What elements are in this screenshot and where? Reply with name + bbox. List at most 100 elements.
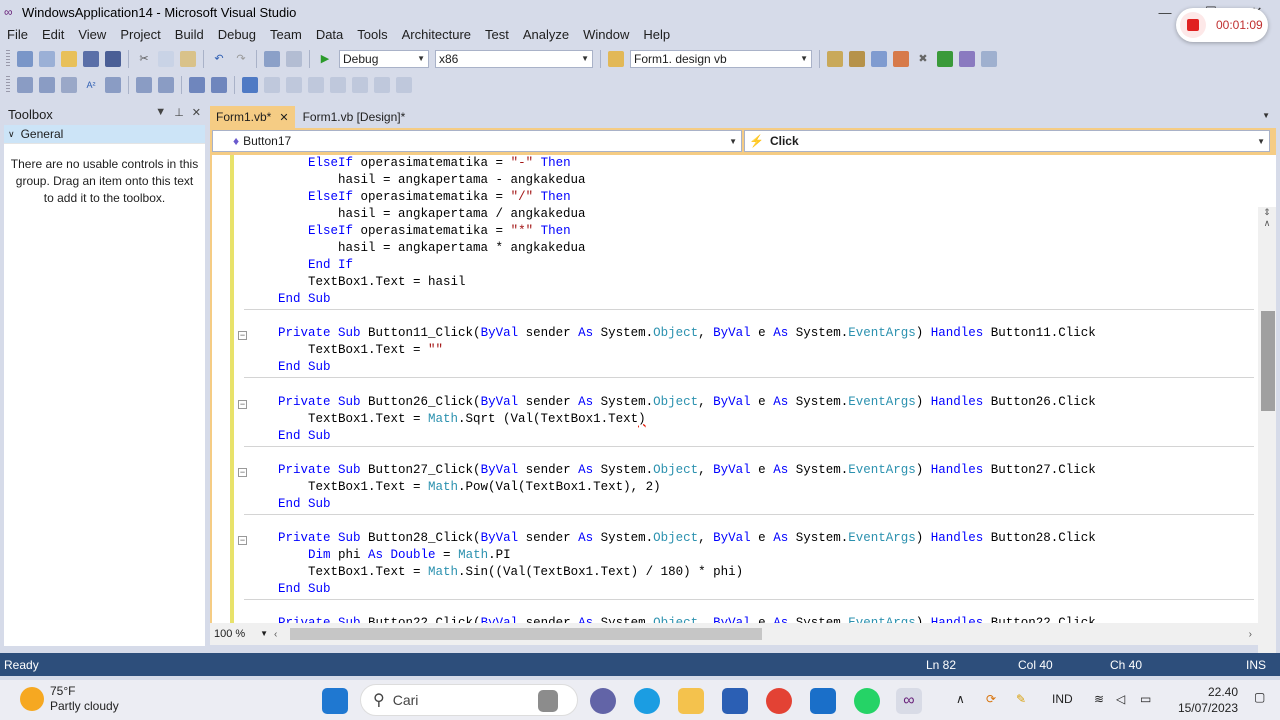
next-bookmark-icon[interactable] — [286, 77, 302, 93]
zoom-select[interactable]: 100 % ▼ — [210, 626, 274, 642]
toggle-bookmark-icon[interactable] — [242, 77, 258, 93]
solution-explorer-icon[interactable] — [827, 51, 843, 67]
weather-widget[interactable]: 75°F Partly cloudy — [20, 684, 119, 714]
menu-window[interactable]: Window — [576, 27, 636, 42]
display-parameter-info-icon[interactable] — [39, 77, 55, 93]
menu-build[interactable]: Build — [168, 27, 211, 42]
scroll-right-icon[interactable]: › — [1249, 629, 1252, 640]
collapse-outline-icon[interactable]: − — [238, 536, 247, 545]
edge-icon[interactable] — [634, 688, 660, 714]
new-project-icon[interactable] — [17, 51, 33, 67]
solution-configuration-select[interactable]: Debug ▼ — [339, 50, 429, 68]
save-icon[interactable] — [83, 51, 99, 67]
add-item-icon[interactable] — [39, 51, 55, 67]
navigate-backward-icon[interactable] — [264, 51, 280, 67]
input-language[interactable]: IND — [1052, 692, 1073, 706]
redo-icon[interactable]: ↷ — [233, 51, 249, 67]
menu-edit[interactable]: Edit — [35, 27, 71, 42]
collapse-outline-icon[interactable]: − — [238, 400, 247, 409]
pen-icon[interactable]: ✎ — [1016, 692, 1026, 706]
notification-icon[interactable]: ▢ — [1254, 690, 1265, 704]
close-icon[interactable]: ✕ — [192, 106, 201, 119]
tab-form1-vb[interactable]: Form1.vb* ✕ — [210, 106, 295, 128]
extension-manager-icon[interactable]: ✖ — [915, 51, 931, 67]
decrease-indent-icon[interactable] — [136, 77, 152, 93]
menu-project[interactable]: Project — [113, 27, 167, 42]
vertical-scrollbar[interactable]: ⇕ ∧ ∨ — [1258, 207, 1276, 675]
save-all-icon[interactable] — [105, 51, 121, 67]
next-bookmark-in-document-icon[interactable] — [374, 77, 390, 93]
increase-indent-icon[interactable] — [158, 77, 174, 93]
toolbar-grip[interactable] — [6, 76, 10, 94]
properties-window-icon[interactable] — [849, 51, 865, 67]
menu-tools[interactable]: Tools — [350, 27, 394, 42]
code-editor[interactable]: ElseIf operasimatematika = "-" Then hasi… — [210, 155, 1276, 675]
battery-icon[interactable]: ▭ — [1140, 692, 1151, 706]
toolbar-grip[interactable] — [6, 50, 10, 68]
horizontal-scroll-thumb[interactable] — [290, 628, 762, 640]
volume-icon[interactable]: ◁ — [1116, 692, 1125, 706]
start-debugging-icon[interactable]: ▶ — [317, 51, 333, 67]
mail-icon[interactable] — [810, 688, 836, 714]
menu-view[interactable]: View — [71, 27, 113, 42]
open-file-icon[interactable] — [61, 51, 77, 67]
close-tab-icon[interactable]: ✕ — [279, 111, 288, 124]
vertical-scroll-thumb[interactable] — [1261, 311, 1275, 411]
comment-lines-icon[interactable] — [189, 77, 205, 93]
collapse-outline-icon[interactable]: − — [238, 331, 247, 340]
menu-file[interactable]: File — [0, 27, 35, 42]
previous-bookmark-icon[interactable] — [264, 77, 280, 93]
start-page-icon[interactable] — [937, 51, 953, 67]
start-icon[interactable] — [322, 688, 348, 714]
find-in-files-icon[interactable] — [608, 51, 624, 67]
whatsapp-icon[interactable] — [854, 688, 880, 714]
navigate-forward-icon[interactable] — [286, 51, 302, 67]
toolbox-window-icon[interactable] — [893, 51, 909, 67]
microsoft-store-icon[interactable] — [722, 688, 748, 714]
pin-icon[interactable]: ⊥ — [174, 106, 184, 119]
split-handle-icon[interactable]: ⇕ — [1258, 207, 1276, 218]
command-window-icon[interactable] — [981, 51, 997, 67]
method-name-select[interactable]: ⚡ Click ▼ — [744, 130, 1270, 152]
uncomment-lines-icon[interactable] — [211, 77, 227, 93]
wifi-icon[interactable]: ≋ — [1094, 692, 1104, 706]
class-name-select[interactable]: ♦ Button17 ▼ — [212, 130, 742, 152]
cut-icon[interactable]: ✂ — [136, 51, 152, 67]
class-view-icon[interactable] — [959, 51, 975, 67]
sync-icon[interactable]: ⟳ — [986, 692, 996, 706]
menu-help[interactable]: Help — [636, 27, 677, 42]
word-wrap-icon[interactable] — [105, 77, 121, 93]
scroll-up-icon[interactable]: ∧ — [1258, 218, 1276, 229]
menu-analyze[interactable]: Analyze — [516, 27, 576, 42]
tab-form1-design[interactable]: Form1.vb [Design]* — [297, 106, 412, 128]
taskbar-clock[interactable]: 22.40 15/07/2023 — [1172, 684, 1238, 716]
chat-icon[interactable] — [590, 688, 616, 714]
clear-bookmarks-icon[interactable] — [396, 77, 412, 93]
menu-data[interactable]: Data — [309, 27, 350, 42]
show-hidden-icons-icon[interactable]: ∧ — [956, 692, 965, 706]
solution-platform-select[interactable]: x86 ▼ — [435, 50, 593, 68]
chrome-icon[interactable] — [766, 688, 792, 714]
menu-team[interactable]: Team — [263, 27, 309, 42]
display-object-member-list-icon[interactable] — [17, 77, 33, 93]
next-bookmark-in-folder-icon[interactable] — [330, 77, 346, 93]
visual-studio-taskbar-icon[interactable]: ∞ — [896, 688, 922, 714]
previous-bookmark-in-folder-icon[interactable] — [308, 77, 324, 93]
undo-icon[interactable]: ↶ — [211, 51, 227, 67]
previous-bookmark-in-document-icon[interactable] — [352, 77, 368, 93]
copy-icon[interactable] — [158, 51, 174, 67]
collapse-outline-icon[interactable]: − — [238, 468, 247, 477]
paste-icon[interactable] — [180, 51, 196, 67]
menu-test[interactable]: Test — [478, 27, 516, 42]
window-position-dropdown-icon[interactable]: ▼ — [155, 106, 166, 119]
toolbox-group-general[interactable]: ∨ General — [4, 125, 205, 144]
menu-debug[interactable]: Debug — [211, 27, 263, 42]
complete-word-icon[interactable]: A² — [83, 77, 99, 93]
scroll-left-icon[interactable]: ‹ — [274, 629, 277, 640]
display-quick-info-icon[interactable] — [61, 77, 77, 93]
find-combo[interactable]: Form1. design vb ▼ — [630, 50, 812, 68]
file-explorer-icon[interactable] — [678, 688, 704, 714]
active-files-dropdown-icon[interactable]: ▼ — [1262, 111, 1270, 120]
menu-architecture[interactable]: Architecture — [395, 27, 478, 42]
object-browser-icon[interactable] — [871, 51, 887, 67]
